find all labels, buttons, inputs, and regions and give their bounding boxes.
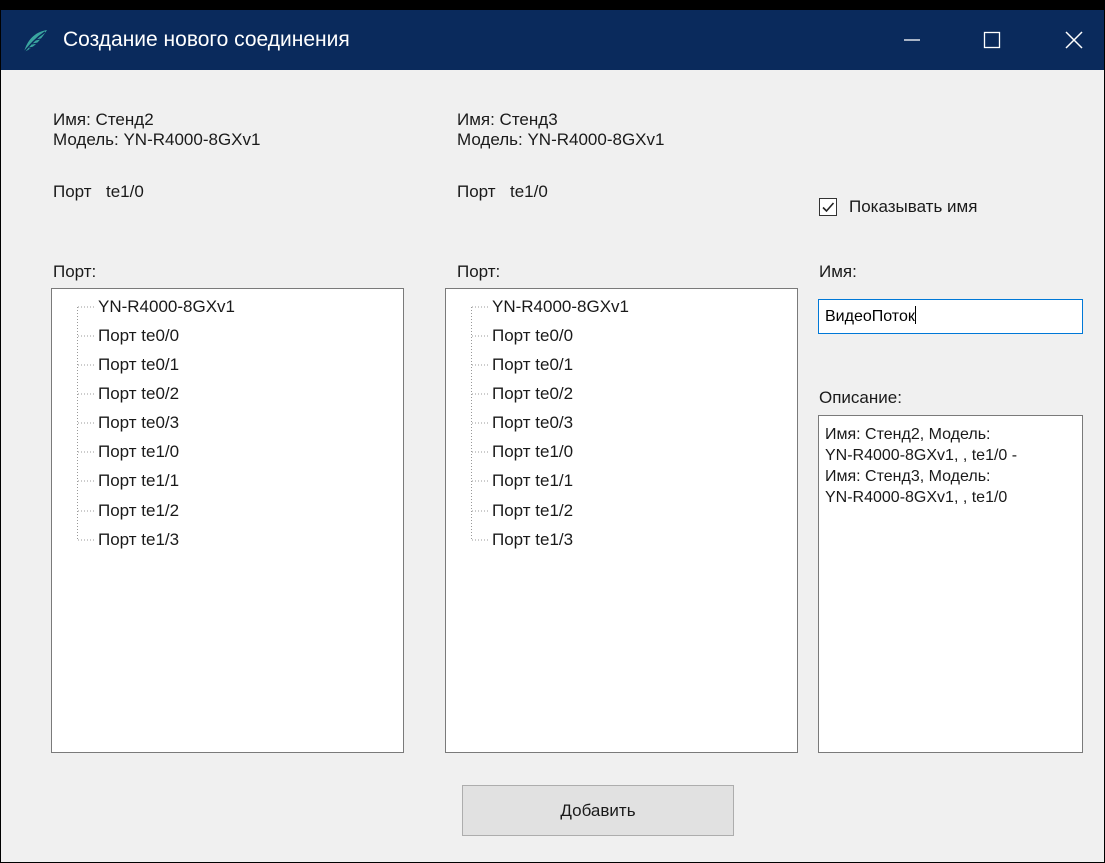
tree-port-node[interactable]: Порт te1/3: [492, 530, 573, 550]
text-caret: [914, 306, 916, 324]
tree-port-node[interactable]: Порт te0/0: [492, 326, 573, 346]
device2-port-tree[interactable]: YN-R4000-8GXv1 Порт te0/0 Порт te0/1 Пор…: [445, 288, 798, 753]
device1-port-tree[interactable]: YN-R4000-8GXv1 Порт te0/0 Порт te0/1 Пор…: [51, 288, 404, 753]
description-line: YN-R4000-8GXv1, , te1/0: [825, 489, 1008, 506]
name-input-value: ВидеоПоток: [825, 308, 915, 325]
dialog-window: Создание нового соединения Имя: Стенд2 М…: [0, 0, 1105, 863]
tree-port-node[interactable]: Порт te1/1: [492, 471, 573, 491]
device2-name: Имя: Стенд3: [457, 110, 558, 129]
description-textarea[interactable]: Имя: Стенд2, Модель: YN-R4000-8GXv1, , t…: [818, 415, 1083, 753]
tree-port-node[interactable]: Порт te1/2: [98, 501, 179, 521]
device1-port-value: te1/0: [106, 182, 144, 201]
tree-port-node[interactable]: Порт te0/2: [492, 384, 573, 404]
device2-port-label: Порт: [457, 182, 496, 201]
tree-port-node[interactable]: Порт te0/3: [98, 413, 179, 433]
tree-port-node[interactable]: Порт te1/0: [492, 442, 573, 462]
close-icon: [1065, 31, 1083, 49]
tree-port-node[interactable]: Порт te1/3: [98, 530, 179, 550]
tree-port-node[interactable]: Порт te0/1: [492, 355, 573, 375]
title-bar[interactable]: Создание нового соединения: [1, 10, 1104, 70]
description-line: Имя: Стенд2, Модель:: [825, 426, 991, 443]
device1-tree-label: Порт:: [53, 262, 97, 281]
device1-model: Модель: YN-R4000-8GXv1: [53, 130, 261, 149]
tree-port-node[interactable]: Порт te0/2: [98, 384, 179, 404]
device2-port-value: te1/0: [510, 182, 548, 201]
tree-port-node[interactable]: Порт te0/0: [98, 326, 179, 346]
minimize-icon: [904, 39, 920, 41]
feather-logo-icon: [23, 30, 47, 53]
tree-root-node[interactable]: YN-R4000-8GXv1: [98, 297, 235, 317]
tree-root-node[interactable]: YN-R4000-8GXv1: [492, 297, 629, 317]
maximize-button[interactable]: [967, 20, 1017, 60]
show-name-checkbox[interactable]: [819, 198, 837, 216]
device1-name: Имя: Стенд2: [53, 110, 154, 129]
device2-tree-label: Порт:: [457, 262, 501, 281]
show-name-label[interactable]: Показывать имя: [849, 197, 977, 217]
description-line: Имя: Стенд3, Модель:: [825, 468, 991, 485]
device1-port-label: Порт: [53, 182, 92, 201]
maximize-icon: [983, 31, 1001, 49]
add-button[interactable]: Добавить: [462, 785, 734, 836]
tree-port-node[interactable]: Порт te0/1: [98, 355, 179, 375]
name-field-label: Имя:: [819, 262, 857, 281]
description-label: Описание:: [819, 388, 902, 407]
tree-port-node[interactable]: Порт te0/3: [492, 413, 573, 433]
description-line: YN-R4000-8GXv1, , te1/0 -: [825, 447, 1018, 464]
minimize-button[interactable]: [887, 20, 937, 60]
tree-port-node[interactable]: Порт te1/0: [98, 442, 179, 462]
name-input[interactable]: ВидеоПоток: [818, 299, 1083, 334]
window-title: Создание нового соединения: [63, 28, 350, 51]
checkmark-icon: [822, 202, 835, 213]
dialog-content: Имя: Стенд2 Модель: YN-R4000-8GXv1 Порт …: [1, 70, 1104, 863]
tree-port-node[interactable]: Порт te1/1: [98, 471, 179, 491]
tree-port-node[interactable]: Порт te1/2: [492, 501, 573, 521]
device2-model: Модель: YN-R4000-8GXv1: [457, 130, 665, 149]
close-button[interactable]: [1049, 20, 1099, 60]
